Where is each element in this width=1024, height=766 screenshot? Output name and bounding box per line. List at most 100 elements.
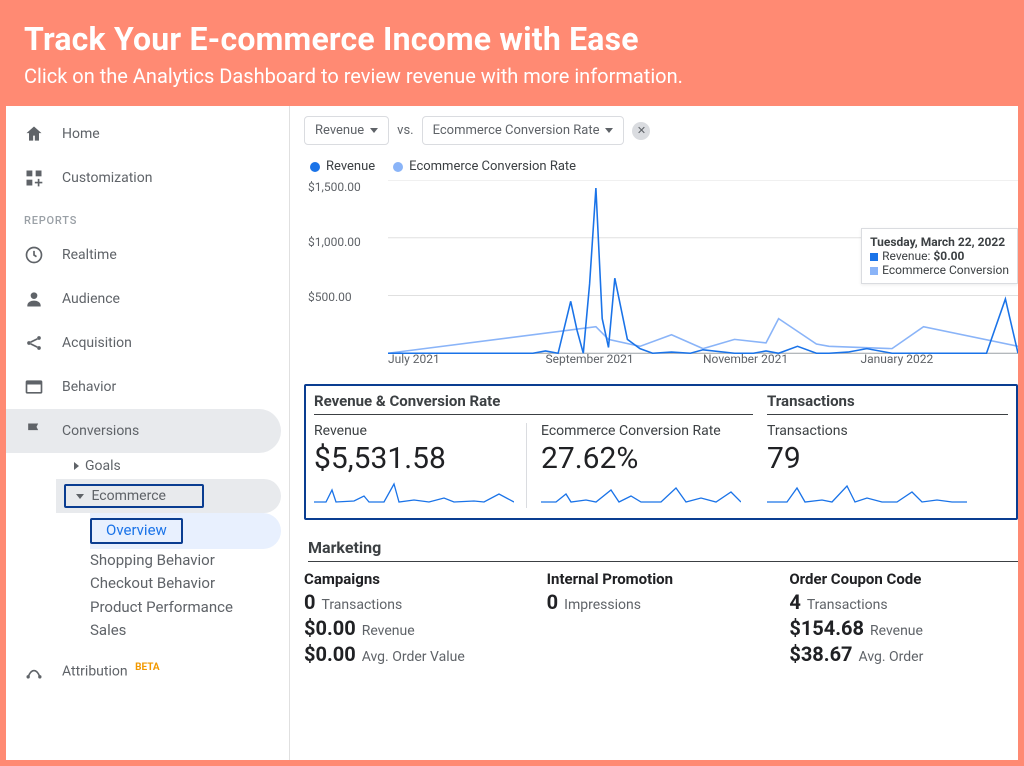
sidebar-item-home[interactable]: Home — [6, 112, 281, 156]
legend-label-b: Ecommerce Conversion Rate — [409, 159, 576, 174]
sidebar-item-audience[interactable]: Audience — [6, 277, 281, 321]
sparkline — [767, 482, 967, 504]
sidebar-item-attribution[interactable]: Attribution BETA — [6, 649, 281, 693]
sidebar-item-label: Audience — [62, 291, 120, 307]
flag-icon — [24, 421, 44, 441]
behavior-icon — [24, 377, 44, 397]
clear-secondary-button[interactable]: ✕ — [632, 122, 650, 140]
mcol-title: Internal Promotion — [547, 570, 776, 588]
share-icon — [24, 333, 44, 353]
chart-legend: Revenue Ecommerce Conversion Rate — [310, 159, 1018, 174]
card-revenue[interactable]: Revenue $5,531.58 — [314, 423, 527, 508]
sidebar-item-label: Attribution — [62, 663, 128, 679]
chart-tooltip: Tuesday, March 22, 2022 Revenue: $0.00 E… — [861, 228, 1018, 284]
promo-banner: Track Your E-commerce Income with Ease C… — [0, 0, 1024, 106]
card-group-title: Transactions — [767, 392, 1008, 415]
sidebar-item-customization[interactable]: Customization — [6, 156, 281, 200]
sidebar: Home Customization REPORTS Realtime Audi… — [6, 106, 290, 760]
secondary-metric-picker[interactable]: Ecommerce Conversion Rate — [422, 116, 625, 145]
card-conversion-rate[interactable]: Ecommerce Conversion Rate 27.62% — [541, 423, 753, 508]
stat-label: Transactions — [321, 597, 402, 613]
y-tick: $1,500.00 — [308, 180, 361, 194]
sidebar-item-acquisition[interactable]: Acquisition — [6, 321, 281, 365]
sparkline — [314, 482, 514, 504]
sidebar-subitem-ecommerce[interactable]: Ecommerce — [56, 479, 281, 513]
x-tick: November 2021 — [703, 352, 861, 376]
legend-dot-icon — [310, 162, 320, 172]
x-tick: September 2021 — [546, 352, 704, 376]
chevron-right-icon — [74, 462, 79, 470]
stat-label: Impressions — [564, 597, 641, 613]
primary-metric-picker[interactable]: Revenue — [304, 116, 389, 145]
mcol-title: Order Coupon Code — [789, 570, 1018, 588]
card-value: 27.62% — [541, 441, 741, 476]
sidebar-item-behavior[interactable]: Behavior — [6, 365, 281, 409]
tooltip-date: Tuesday, March 22, 2022 — [870, 235, 1005, 249]
person-icon — [24, 289, 44, 309]
sidebar-item-label: Ecommerce — [91, 488, 165, 504]
square-icon — [870, 267, 878, 275]
sidebar-item-label: Realtime — [62, 247, 117, 263]
card-label: Revenue — [314, 423, 514, 439]
picker-label: Revenue — [315, 123, 364, 138]
stat-value: $154.68 — [789, 616, 864, 640]
sidebar-item-label: Goals — [85, 458, 121, 474]
stat-label: Transactions — [807, 597, 888, 613]
x-tick: July 2021 — [388, 352, 546, 376]
main-content: Revenue vs. Ecommerce Conversion Rate ✕ … — [290, 106, 1018, 760]
card-group-title: Revenue & Conversion Rate — [314, 392, 753, 415]
customization-icon — [24, 168, 44, 188]
sidebar-item-label: Customization — [62, 170, 152, 186]
card-label: Ecommerce Conversion Rate — [541, 423, 741, 439]
stat-value: $38.67 — [789, 642, 852, 666]
sidebar-ecommerce-product[interactable]: Product Performance — [90, 596, 289, 620]
chevron-down-icon — [76, 494, 84, 499]
stat-label: Revenue — [362, 623, 415, 639]
marketing-title: Marketing — [308, 538, 1018, 562]
sidebar-ecommerce-shopping[interactable]: Shopping Behavior — [90, 549, 289, 573]
clock-icon — [24, 245, 44, 265]
card-group-revenue-conversion: Revenue & Conversion Rate Revenue $5,531… — [314, 392, 753, 508]
home-icon — [24, 124, 44, 144]
vs-label: vs. — [397, 123, 413, 138]
chevron-down-icon — [370, 128, 378, 133]
square-icon — [870, 253, 878, 261]
sparkline — [541, 482, 741, 504]
sidebar-item-label: Conversions — [62, 423, 139, 439]
sidebar-ecommerce-overview[interactable]: Overview — [90, 513, 281, 549]
x-axis: July 2021 September 2021 November 2021 J… — [388, 352, 1018, 376]
sidebar-ecommerce-sales[interactable]: Sales — [90, 619, 289, 643]
legend-label-a: Revenue — [326, 159, 375, 174]
marketing-internal-promotion[interactable]: Internal Promotion 0 Impressions — [547, 570, 776, 666]
revenue-chart[interactable]: $1,500.00 $1,000.00 $500.00 July 2021 Se… — [308, 180, 1018, 376]
x-tick: January 2022 — [861, 352, 1019, 376]
reports-section-header: REPORTS — [6, 200, 289, 233]
banner-title: Track Your E-commerce Income with Ease — [24, 20, 1000, 58]
sidebar-item-conversions[interactable]: Conversions — [6, 409, 281, 453]
sidebar-ecommerce-checkout[interactable]: Checkout Behavior — [90, 572, 289, 596]
sidebar-subitem-goals[interactable]: Goals — [56, 453, 281, 479]
card-group-transactions: Transactions Transactions 79 — [767, 392, 1008, 508]
sidebar-item-realtime[interactable]: Realtime — [6, 233, 281, 277]
beta-badge: BETA — [135, 662, 160, 673]
stat-value: 0 — [304, 590, 315, 614]
banner-subtitle: Click on the Analytics Dashboard to revi… — [24, 64, 1000, 88]
chevron-down-icon — [605, 128, 613, 133]
card-transactions[interactable]: Transactions 79 — [767, 423, 1008, 508]
tooltip-line: Ecommerce Conversion — [882, 263, 1009, 277]
stat-value: $0.00 — [304, 642, 356, 666]
summary-cards-row: Revenue & Conversion Rate Revenue $5,531… — [304, 384, 1018, 520]
sidebar-item-label: Home — [62, 126, 100, 142]
stat-value: 0 — [547, 590, 558, 614]
tooltip-line: Revenue: $0.00 — [882, 249, 964, 263]
y-tick: $500.00 — [308, 290, 352, 304]
sidebar-item-label: Behavior — [62, 379, 116, 395]
sidebar-item-label: Overview — [90, 518, 183, 544]
mcol-title: Campaigns — [304, 570, 533, 588]
marketing-order-coupon[interactable]: Order Coupon Code 4Transactions $154.68R… — [789, 570, 1018, 666]
app-frame: Home Customization REPORTS Realtime Audi… — [0, 106, 1024, 766]
legend-dot-icon — [393, 162, 403, 172]
marketing-campaigns[interactable]: Campaigns 0Transactions $0.00Revenue $0.… — [304, 570, 533, 666]
attribution-icon — [24, 661, 44, 681]
stat-label: Revenue — [870, 623, 923, 639]
